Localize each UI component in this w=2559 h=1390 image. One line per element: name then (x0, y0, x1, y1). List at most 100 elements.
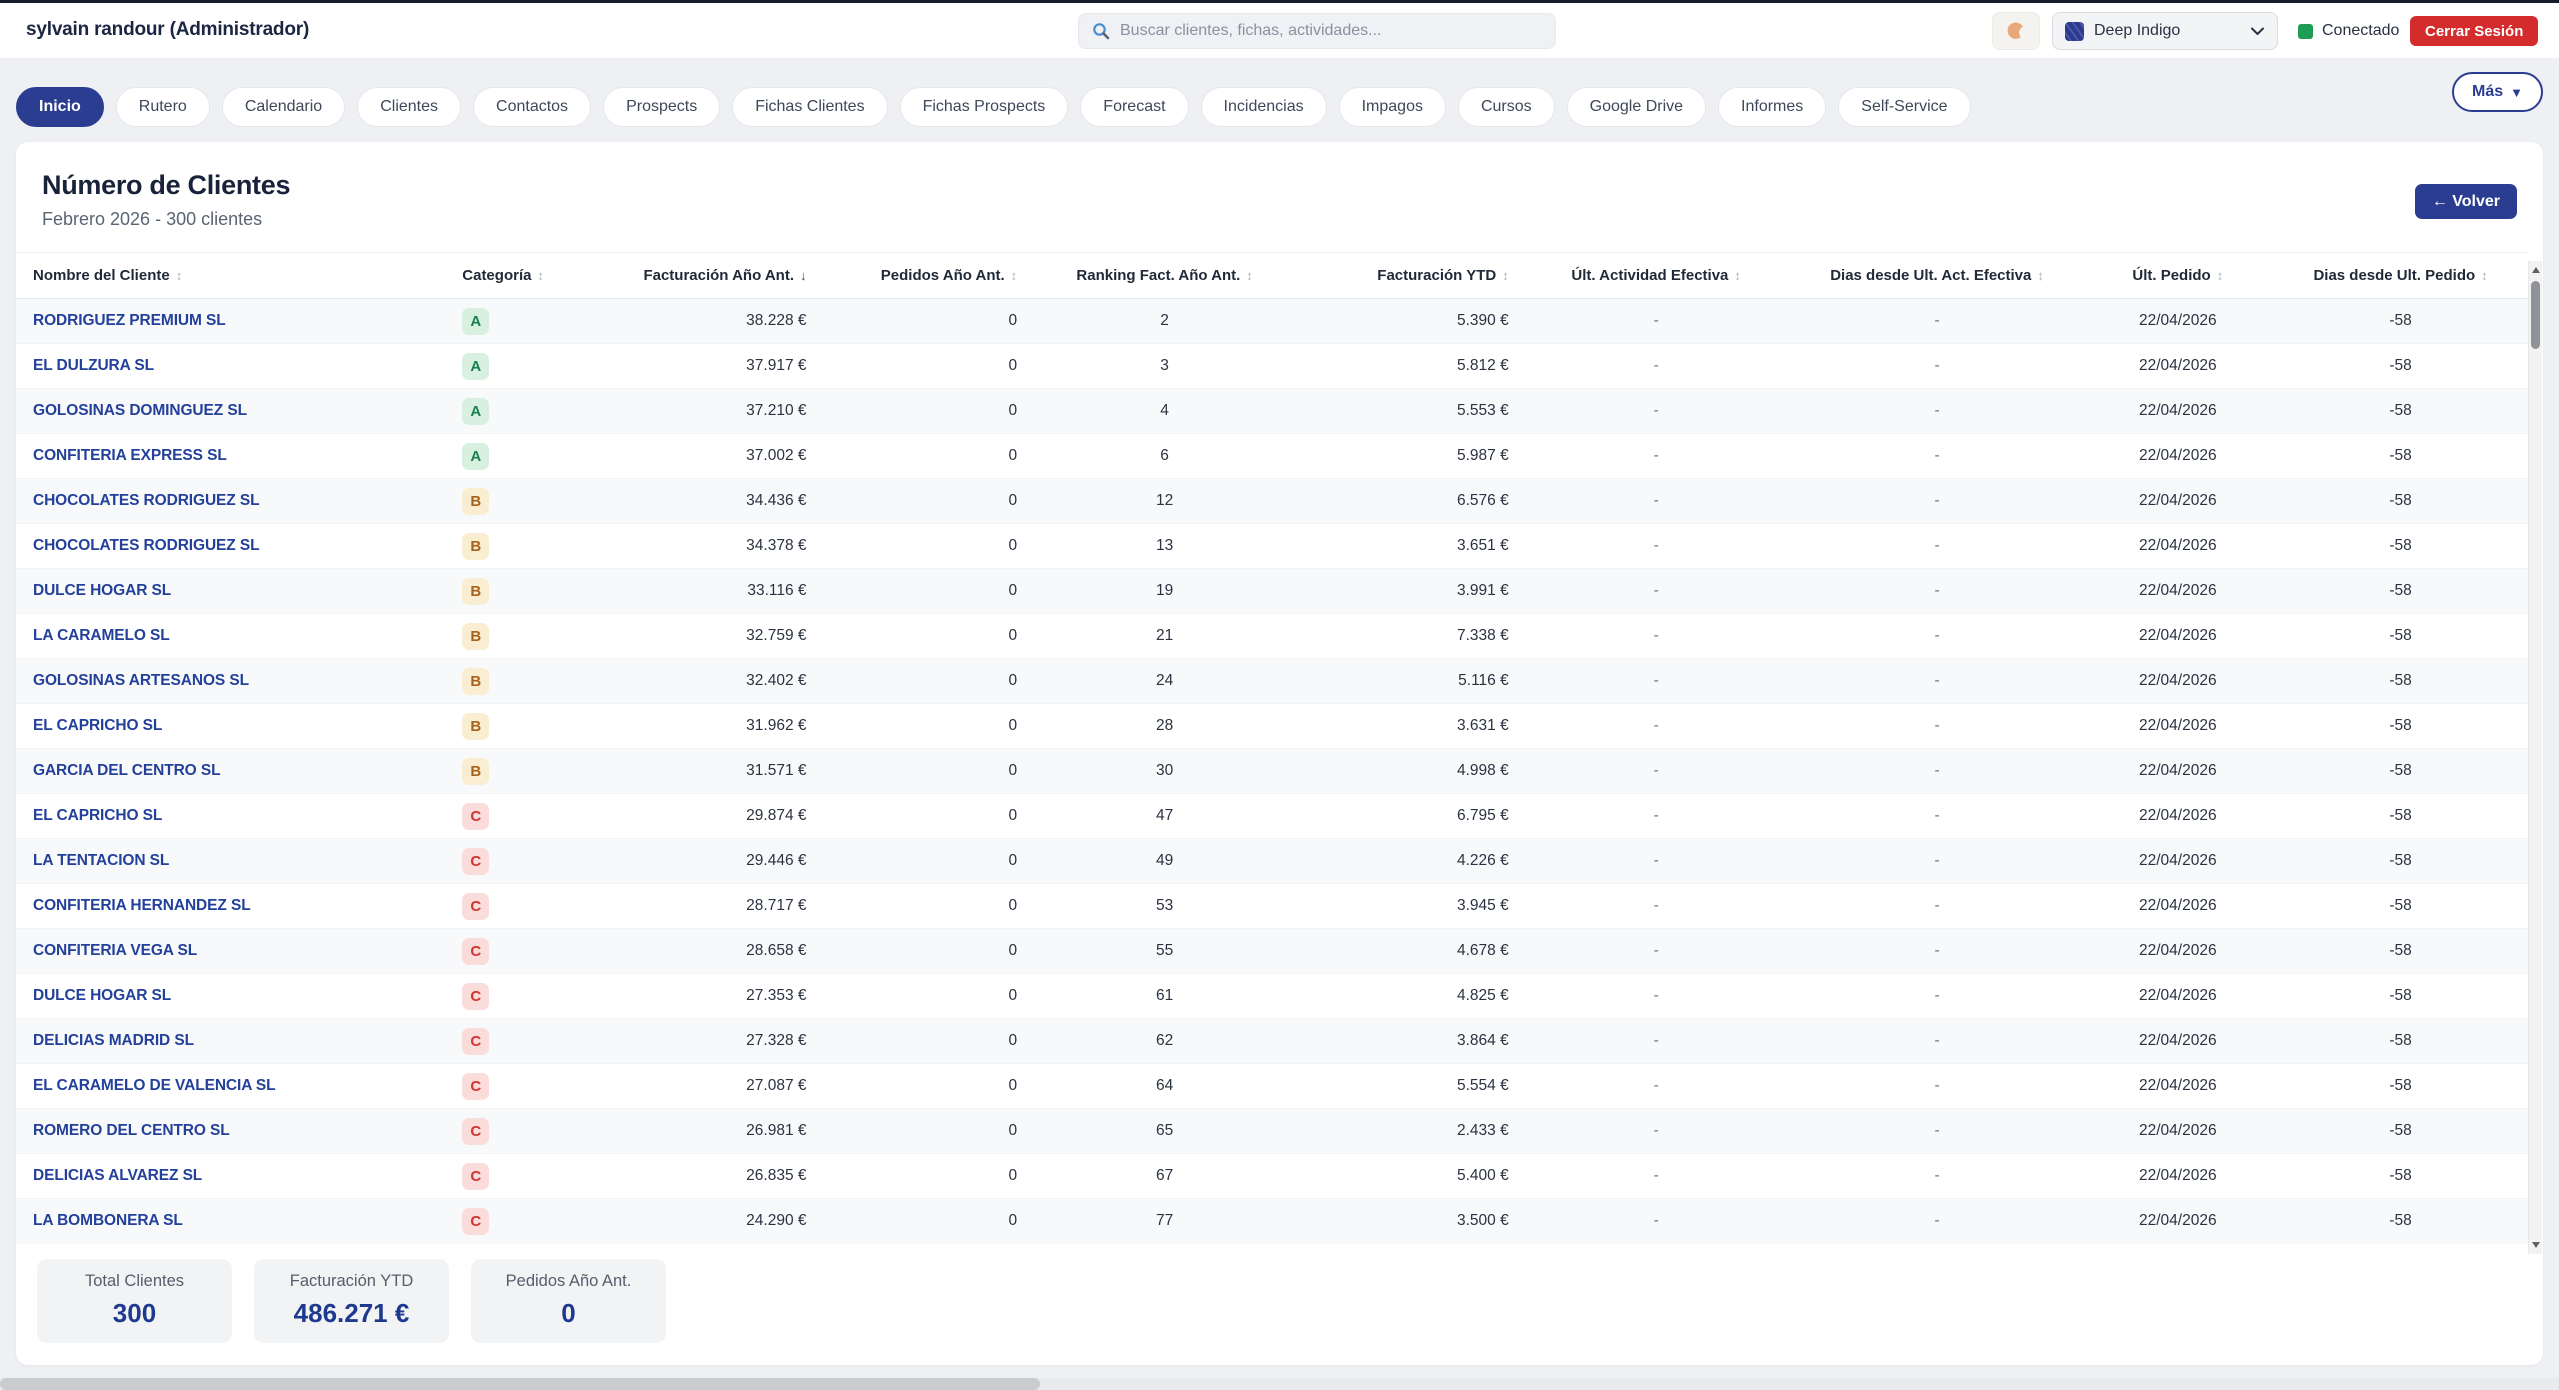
tab-fichas-clientes[interactable]: Fichas Clientes (732, 87, 887, 127)
dark-mode-toggle[interactable] (1992, 12, 2040, 50)
vertical-scrollbar-thumb[interactable] (2531, 281, 2540, 349)
tab-google-drive[interactable]: Google Drive (1567, 87, 1706, 127)
tab-impagos[interactable]: Impagos (1339, 87, 1446, 127)
tab-fichas-prospects[interactable]: Fichas Prospects (900, 87, 1069, 127)
more-tabs-button[interactable]: Más ▼ (2452, 72, 2543, 112)
back-button[interactable]: ← Volver (2415, 184, 2517, 219)
value-cell: 31.571 € (608, 749, 819, 794)
client-link[interactable]: CONFITERIA VEGA SL (33, 942, 197, 959)
table-row: GOLOSINAS DOMINGUEZ SLA37.210 €045.553 €… (16, 389, 2528, 434)
scroll-up-icon[interactable] (2532, 267, 2540, 273)
client-link[interactable]: LA TENTACION SL (33, 852, 169, 869)
theme-select[interactable]: Deep Indigo (2052, 12, 2278, 50)
sort-icon: ↕ (176, 268, 183, 283)
value-cell: -58 (2273, 974, 2528, 1019)
value-cell: 4 (1029, 389, 1300, 434)
value-cell: 55 (1029, 929, 1300, 974)
tab-rutero[interactable]: Rutero (116, 87, 210, 127)
vertical-scrollbar[interactable] (2528, 261, 2542, 1254)
value-cell: 34.436 € (608, 479, 819, 524)
category-cell: C (417, 974, 608, 1019)
category-cell: C (417, 929, 608, 974)
tab-calendario[interactable]: Calendario (222, 87, 345, 127)
horizontal-scrollbar[interactable] (0, 1378, 2559, 1390)
category-cell: B (417, 569, 608, 614)
client-link[interactable]: DULCE HOGAR SL (33, 987, 171, 1004)
client-cell: RODRIGUEZ PREMIUM SL (16, 299, 417, 344)
value-cell: 3.651 € (1300, 524, 1521, 569)
client-link[interactable]: EL CAPRICHO SL (33, 807, 162, 824)
client-link[interactable]: GOLOSINAS DOMINGUEZ SL (33, 402, 247, 419)
client-link[interactable]: DELICIAS ALVAREZ SL (33, 1167, 202, 1184)
tab-inicio[interactable]: Inicio (16, 87, 104, 127)
summary-value: 486.271 € (294, 1298, 410, 1329)
tab-clientes[interactable]: Clientes (357, 87, 461, 127)
value-cell: - (1521, 884, 1792, 929)
value-cell: 4.825 € (1300, 974, 1521, 1019)
client-link[interactable]: CHOCOLATES RODRIGUEZ SL (33, 537, 259, 554)
tab-prospects[interactable]: Prospects (603, 87, 720, 127)
column-header[interactable]: Ranking Fact. Año Ant.↕ (1029, 253, 1300, 299)
client-link[interactable]: RODRIGUEZ PREMIUM SL (33, 312, 226, 329)
table-row: CHOCOLATES RODRIGUEZ SLB34.378 €0133.651… (16, 524, 2528, 569)
column-header[interactable]: Facturación Año Ant.↓ (608, 253, 819, 299)
client-link[interactable]: LA CARAMELO SL (33, 627, 170, 644)
client-link[interactable]: ROMERO DEL CENTRO SL (33, 1122, 230, 1139)
value-cell: -58 (2273, 1019, 2528, 1064)
value-cell: - (1792, 839, 2083, 884)
value-cell: -58 (2273, 434, 2528, 479)
column-header[interactable]: Facturación YTD↕ (1300, 253, 1521, 299)
value-cell: 6.576 € (1300, 479, 1521, 524)
tab-cursos[interactable]: Cursos (1458, 87, 1555, 127)
client-cell: CHOCOLATES RODRIGUEZ SL (16, 479, 417, 524)
value-cell: 26.981 € (608, 1109, 819, 1154)
category-cell: B (417, 749, 608, 794)
client-link[interactable]: CHOCOLATES RODRIGUEZ SL (33, 492, 259, 509)
search-input[interactable] (1120, 22, 1542, 40)
column-header[interactable]: Categoría↕ (417, 253, 608, 299)
client-link[interactable]: GOLOSINAS ARTESANOS SL (33, 672, 249, 689)
value-cell: 12 (1029, 479, 1300, 524)
client-link[interactable]: EL CARAMELO DE VALENCIA SL (33, 1077, 276, 1094)
tab-informes[interactable]: Informes (1718, 87, 1826, 127)
column-header[interactable]: Dias desde Ult. Act. Efectiva↕ (1792, 253, 2083, 299)
value-cell: 3.864 € (1300, 1019, 1521, 1064)
category-cell: C (417, 1109, 608, 1154)
client-cell: DELICIAS MADRID SL (16, 1019, 417, 1064)
category-cell: A (417, 389, 608, 434)
global-search[interactable] (1078, 13, 1556, 49)
client-link[interactable]: DELICIAS MADRID SL (33, 1032, 194, 1049)
column-header[interactable]: Últ. Actividad Efectiva↕ (1521, 253, 1792, 299)
value-cell: 0 (819, 479, 1030, 524)
client-link[interactable]: LA BOMBONERA SL (33, 1212, 183, 1229)
client-link[interactable]: EL CAPRICHO SL (33, 717, 162, 734)
logout-button[interactable]: Cerrar Sesión (2410, 16, 2538, 46)
value-cell: -58 (2273, 479, 2528, 524)
client-link[interactable]: DULCE HOGAR SL (33, 582, 171, 599)
column-label: Facturación Año Ant. (643, 267, 794, 284)
tab-contactos[interactable]: Contactos (473, 87, 591, 127)
scroll-down-icon[interactable] (2532, 1242, 2540, 1248)
value-cell: 77 (1029, 1199, 1300, 1244)
client-link[interactable]: CONFITERIA EXPRESS SL (33, 447, 227, 464)
tab-self-service[interactable]: Self-Service (1838, 87, 1970, 127)
value-cell: 22/04/2026 (2083, 1154, 2274, 1199)
client-link[interactable]: GARCIA DEL CENTRO SL (33, 762, 220, 779)
client-cell: LA BOMBONERA SL (16, 1199, 417, 1244)
horizontal-scrollbar-thumb[interactable] (0, 1378, 1040, 1390)
client-link[interactable]: EL DULZURA SL (33, 357, 154, 374)
client-link[interactable]: CONFITERIA HERNANDEZ SL (33, 897, 251, 914)
value-cell: - (1792, 704, 2083, 749)
category-badge: C (462, 1028, 489, 1055)
topbar: sylvain randour (Administrador) Deep Ind… (0, 3, 2559, 59)
column-header[interactable]: Pedidos Año Ant.↕ (819, 253, 1030, 299)
tab-forecast[interactable]: Forecast (1080, 87, 1188, 127)
value-cell: 0 (819, 389, 1030, 434)
value-cell: 22/04/2026 (2083, 434, 2274, 479)
column-header[interactable]: Nombre del Cliente↕ (16, 253, 417, 299)
column-header[interactable]: Dias desde Ult. Pedido↕ (2273, 253, 2528, 299)
theme-selected-value: Deep Indigo (2094, 22, 2240, 40)
value-cell: 4.678 € (1300, 929, 1521, 974)
column-header[interactable]: Últ. Pedido↕ (2083, 253, 2274, 299)
tab-incidencias[interactable]: Incidencias (1201, 87, 1327, 127)
